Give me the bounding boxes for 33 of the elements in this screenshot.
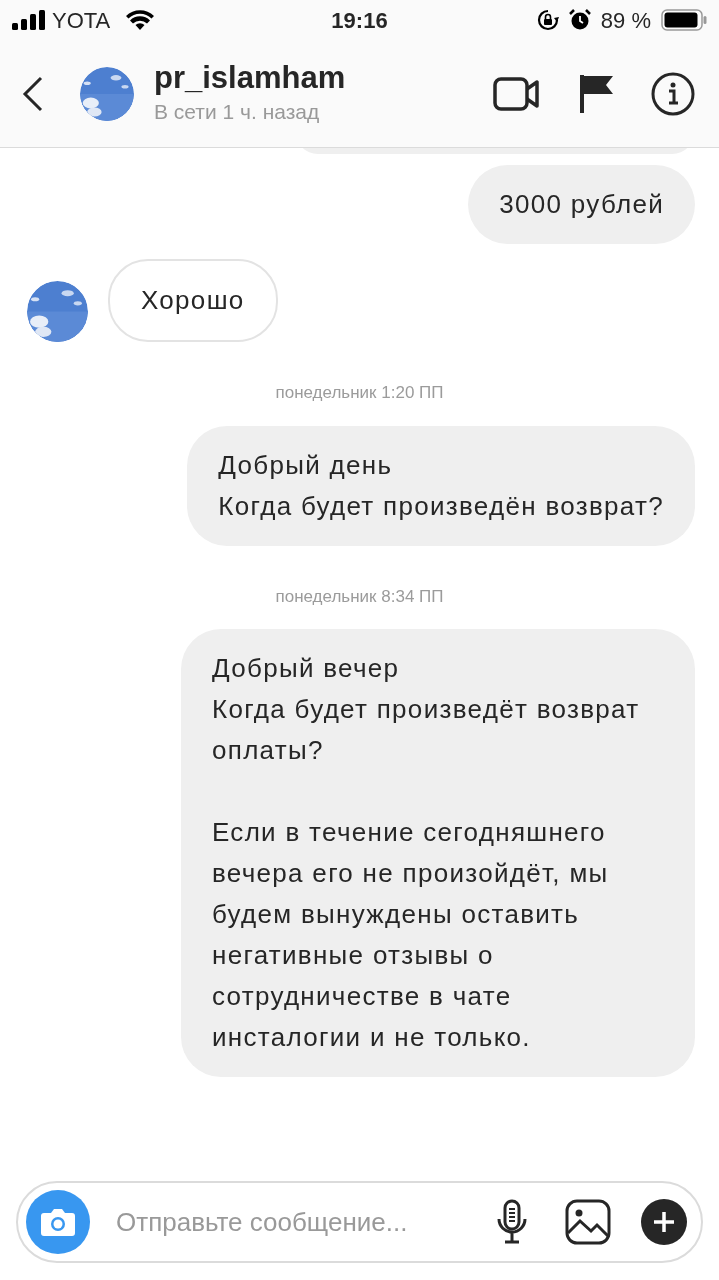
battery-icon <box>661 9 707 31</box>
gallery-button[interactable] <box>565 1199 611 1245</box>
clock-time: 19:16 <box>331 6 388 35</box>
microphone-icon <box>495 1199 529 1245</box>
plus-icon <box>653 1211 675 1233</box>
alarm-icon <box>568 9 591 31</box>
timestamp: понедельник 8:34 ПП <box>275 585 444 608</box>
online-status: В сети 1 ч. назад <box>154 98 321 125</box>
message-input-bar[interactable]: Отправьте сообщение... <box>16 1181 703 1263</box>
rotation-lock-icon <box>536 9 559 31</box>
message-text: Добрый день <box>218 448 394 482</box>
message-text: Добрый вечер <box>212 652 401 685</box>
contact-name: pr_islamham <box>154 59 347 96</box>
message-text: Когда будет произведёт возврат оплаты? <box>212 693 641 767</box>
camera-button[interactable] <box>26 1190 90 1254</box>
battery-percent: 89 % <box>600 6 651 35</box>
video-camera-icon <box>493 74 541 113</box>
message-text: Хорошо <box>141 284 245 317</box>
image-icon <box>565 1199 611 1245</box>
message-text: 3000 рублей <box>499 188 664 221</box>
camera-icon <box>40 1207 76 1237</box>
message-text: Когда будет произведён возврат? <box>218 489 664 523</box>
carrier-name: YOTA <box>52 6 111 35</box>
message-input[interactable]: Отправьте сообщение... <box>116 1202 487 1242</box>
flag-icon <box>579 72 615 115</box>
info-icon <box>651 71 695 116</box>
timestamp: понедельник 1:20 ПП <box>275 382 444 404</box>
microphone-button[interactable] <box>495 1199 529 1245</box>
chevron-left-icon <box>22 75 44 112</box>
wifi-icon <box>126 10 155 30</box>
add-button[interactable] <box>641 1199 687 1245</box>
signal-icon <box>12 10 46 30</box>
message-text: Если в течение сегодняшнего вечера его не произойдёт, мы будем вынуждены оставить негативные отзывы о сотрудничестве в чате инсталогии и не только. <box>212 816 610 1054</box>
